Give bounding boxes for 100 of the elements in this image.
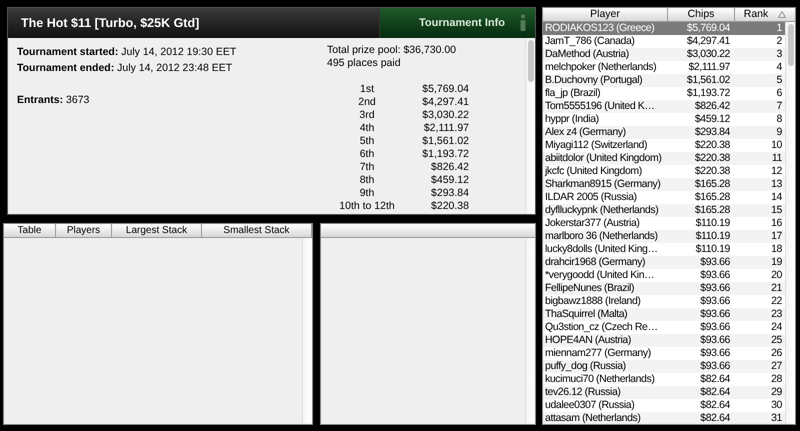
player-row[interactable]: *verygoodd (United Kin… $93.66 20	[543, 269, 785, 282]
player-row[interactable]: jkcfc (United Kingdom) $220.38 12	[543, 165, 785, 178]
payout-amount: $459.12	[430, 174, 469, 187]
player-row[interactable]: ThaSquirrel (Malta) $93.66 23	[543, 308, 785, 321]
player-row[interactable]: miennam277 (Germany) $93.66 26	[543, 347, 785, 360]
rank-cell-text: 5	[776, 74, 783, 87]
payout-amount: $5,769.04	[421, 83, 469, 96]
info-icon	[519, 14, 527, 32]
scrollbar-thumb[interactable]	[528, 40, 534, 82]
rank-cell-text: 13	[770, 178, 783, 191]
player-name: ILDAR 2005 (Russia)	[544, 191, 638, 204]
chips-cell-text: $220.38	[694, 165, 730, 178]
player-row[interactable]: attasam (Netherlands) $82.64 31	[543, 412, 785, 424]
player-row[interactable]: udalee0307 (Russia) $82.64 30	[543, 399, 785, 412]
rank-cell-text: 16	[770, 217, 783, 230]
player-row[interactable]: drahcir1968 (Germany) $93.66 19	[543, 256, 785, 269]
scrollbar[interactable]	[785, 22, 795, 424]
player-row[interactable]: bigbawz1888 (Ireland) $93.66 22	[543, 295, 785, 308]
player-row[interactable]: Tom5555196 (United K… $826.42 7	[543, 100, 785, 113]
scrollbar[interactable]	[525, 38, 535, 214]
payout-amount: $293.84	[430, 187, 469, 200]
column-header[interactable]: Table	[4, 224, 56, 237]
chips-cell-text: $93.66	[699, 347, 730, 360]
player-row[interactable]: JamT_786 (Canada) $4,297.41 2	[543, 35, 785, 48]
player-row[interactable]: FellipeNunes (Brazil) $93.66 21	[543, 282, 785, 295]
chips-cell-text: $165.28	[694, 204, 730, 217]
column-header[interactable]: Player	[543, 8, 668, 21]
chips-cell-text: $165.28	[694, 178, 730, 191]
chips-cell-text: $826.42	[694, 100, 730, 113]
player-row[interactable]: abiitdolor (United Kingdom) $220.38 11	[543, 152, 785, 165]
scrollbar-thumb[interactable]	[788, 24, 794, 66]
rank-cell-text: 4	[776, 61, 783, 74]
player-row[interactable]: RODIAKOS123 (Greece) $5,769.04 1	[543, 22, 785, 35]
rank-cell-text: 29	[770, 386, 783, 399]
player-row[interactable]: hyppr (India) $459.12 8	[543, 113, 785, 126]
chips-cell-text: $82.64	[699, 412, 730, 424]
player-row[interactable]: B.Duchovny (Portugal) $1,561.02 5	[543, 74, 785, 87]
player-row[interactable]: DaMethod (Austria) $3,030.22 3	[543, 48, 785, 61]
rank-cell-text: 15	[770, 204, 783, 217]
player-row[interactable]: Alex z4 (Germany) $293.84 9	[543, 126, 785, 139]
rank-cell-text: 24	[770, 321, 783, 334]
detail-text: Entrants: 3673	[17, 93, 90, 108]
player-name: dyflluckypnk (Netherlands)	[544, 204, 660, 217]
column-header[interactable]: Smallest Stack	[202, 224, 312, 237]
player-name: attasam (Netherlands)	[544, 412, 642, 424]
scrollbar[interactable]	[302, 238, 312, 424]
player-name: tev26.12 (Russia)	[544, 386, 622, 399]
chips-cell-text: $93.66	[699, 308, 730, 321]
tournament-title: The Hot $11 [Turbo, $25K Gtd]	[20, 14, 200, 32]
player-row[interactable]: HOPE4AN (Austria) $93.66 25	[543, 334, 785, 347]
chips-cell-text: $220.38	[694, 139, 730, 152]
player-name: HOPE4AN (Austria)	[544, 334, 632, 347]
player-row[interactable]: lucky8dolls (United King… $110.19 18	[543, 243, 785, 256]
rank-cell-text: 7	[776, 100, 783, 113]
player-name: B.Duchovny (Portugal)	[544, 74, 644, 87]
player-name: Jokerstar377 (Austria)	[544, 217, 640, 230]
rank-cell-text: 8	[776, 113, 783, 126]
chips-cell-text: $110.19	[694, 230, 730, 243]
player-name: *verygoodd (United Kin…	[544, 269, 656, 282]
chips-cell-text: $1,561.02	[686, 74, 730, 87]
chips-cell-text: $93.66	[699, 360, 730, 373]
rank-cell-text: 12	[770, 165, 783, 178]
column-header[interactable]: Chips	[668, 8, 735, 21]
player-row[interactable]: Miyagi112 (Switzerland) $220.38 10	[543, 139, 785, 152]
player-row[interactable]: Jokerstar377 (Austria) $110.19 16	[543, 217, 785, 230]
column-header[interactable]: Rank	[735, 8, 795, 21]
player-name: kucimuci70 (Netherlands)	[544, 373, 656, 386]
player-row[interactable]: Qu3stion_cz (Czech Re… $93.66 24	[543, 321, 785, 334]
player-row[interactable]: marlboro 36 (Netherlands) $110.19 17	[543, 230, 785, 243]
rank-cell-text: 23	[770, 308, 783, 321]
player-row[interactable]: puffy_dog (Russia) $93.66 27	[543, 360, 785, 373]
player-row[interactable]: Sharkman8915 (Germany) $165.28 13	[543, 178, 785, 191]
player-name: udalee0307 (Russia)	[544, 399, 636, 412]
player-row[interactable]: melchpoker (Netherlands) $2,111.97 4	[543, 61, 785, 74]
rank-cell-text: 1	[776, 22, 783, 35]
player-name: bigbawz1888 (Ireland)	[544, 295, 642, 308]
player-row[interactable]: tev26.12 (Russia) $82.64 29	[543, 386, 785, 399]
payout-place: 6th	[358, 148, 376, 161]
rank-cell-text: 19	[770, 256, 783, 269]
rank-cell-text: 22	[770, 295, 783, 308]
chips-cell-text: $2,111.97	[687, 61, 730, 74]
column-header[interactable]: Players	[56, 224, 112, 237]
player-row[interactable]: ILDAR 2005 (Russia) $165.28 14	[543, 191, 785, 204]
chips-cell-text: $220.38	[694, 152, 730, 165]
payout-place: 7th	[358, 161, 376, 174]
tournament-info-tab[interactable]: Tournament Info	[379, 8, 535, 38]
chips-cell-text: $165.28	[694, 191, 730, 204]
player-name: abiitdolor (United Kingdom)	[544, 152, 662, 165]
column-header[interactable]: Largest Stack	[112, 224, 202, 237]
chips-cell-text: $459.12	[694, 113, 730, 126]
payout-amount: $3,030.22	[421, 109, 469, 122]
chips-cell-text: $82.64	[699, 399, 730, 412]
player-row[interactable]: kucimuci70 (Netherlands) $82.64 28	[543, 373, 785, 386]
player-name: DaMethod (Austria)	[544, 48, 630, 61]
player-row[interactable]: fla_jp (Brazil) $1,193.72 6	[543, 87, 785, 100]
player-name: miennam277 (Germany)	[544, 347, 652, 360]
rank-cell-text: 31	[770, 412, 783, 424]
scrollbar[interactable]	[525, 238, 535, 424]
player-name: Tom5555196 (United K…	[544, 100, 656, 113]
player-row[interactable]: dyflluckypnk (Netherlands) $165.28 15	[543, 204, 785, 217]
